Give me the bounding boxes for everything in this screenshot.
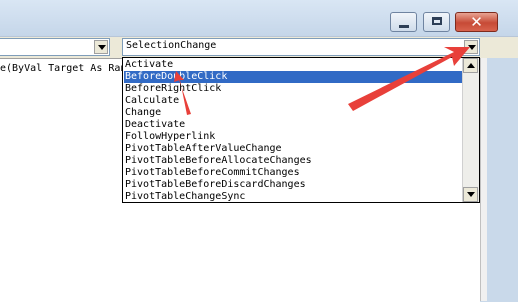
annotation-arrows <box>174 47 470 115</box>
annotation-arrow <box>174 71 191 115</box>
annotation-arrow <box>348 47 470 111</box>
